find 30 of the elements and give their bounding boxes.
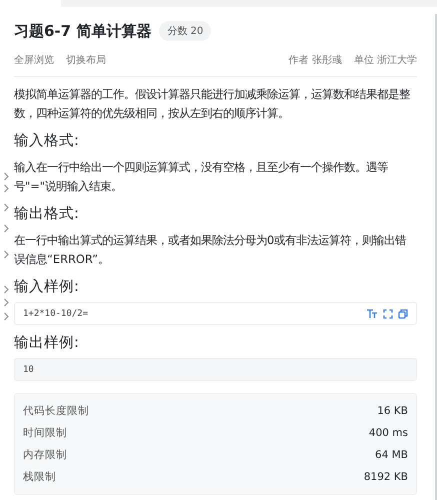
- score-badge: 分数 20: [159, 21, 212, 41]
- problem-title: 习题6-7 简单计算器: [14, 22, 152, 40]
- section-text: 在一行中输出算式的运算结果，或者如果除法分母为0或有非法运算符，则输出错误信息“ERROR”。: [14, 232, 408, 268]
- limit-label: 代码长度限制: [23, 404, 89, 419]
- chevron-icon[interactable]: [2, 250, 10, 259]
- chevron-icon[interactable]: [2, 203, 10, 212]
- scrollbar[interactable]: [435, 14, 437, 500]
- limit-label: 时间限制: [23, 426, 67, 441]
- toolbar-link[interactable]: 切换布局: [66, 53, 106, 67]
- section-heading: 输入样例:: [14, 278, 80, 296]
- limit-value: 64 MB: [375, 448, 408, 463]
- chevron-icon[interactable]: [2, 224, 10, 233]
- limit-value: 8192 KB: [364, 470, 408, 485]
- fullscreen-icon[interactable]: [383, 308, 393, 318]
- limit-value: 400 ms: [368, 426, 408, 441]
- description-text: 模拟简单运算器的工作。假设计算器只能进行加减乘除运算，运算数和结果都是整数，四种运算符的优先级相同，按从左到右的顺序计算。: [14, 86, 411, 122]
- section-heading: 输入格式:: [14, 132, 80, 150]
- text-size-icon[interactable]: [367, 308, 378, 318]
- section-text: 输入在一行中给出一个四则运算算式，没有空格，且至少有一个操作数。遇等号"="说明输入结束。: [14, 159, 389, 195]
- toolbar-link[interactable]: 全屏浏览: [14, 53, 54, 67]
- code-text: 10: [23, 364, 34, 374]
- code-text: 1+2*10-10/2=: [23, 308, 88, 318]
- author-label: 作者 张彤彧: [288, 54, 342, 67]
- limit-value: 16 KB: [377, 404, 408, 419]
- limit-label: 栈限制: [23, 470, 56, 485]
- unit-label: 单位 浙江大学: [354, 54, 417, 67]
- limit-label: 内存限制: [23, 448, 67, 463]
- section-heading: 输出格式:: [14, 205, 80, 223]
- section-heading: 输出样例:: [14, 334, 80, 352]
- copy-icon[interactable]: [398, 308, 408, 318]
